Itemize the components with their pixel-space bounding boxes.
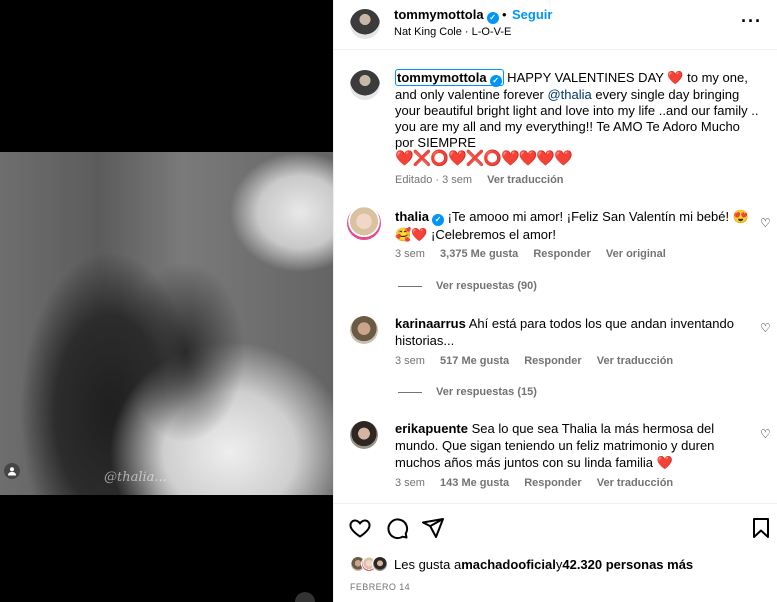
comment-time: 3 sem — [395, 248, 425, 260]
share-send-icon[interactable] — [421, 516, 445, 540]
comment-avatar[interactable] — [350, 316, 378, 344]
comment-body: erikapuente Sea lo que sea Thalia la más… — [395, 420, 755, 471]
likes-count[interactable]: 42.320 personas más — [562, 557, 693, 572]
post-panel: tommymottola ✓ • Seguir Nat King Cole · L… — [333, 0, 777, 602]
verified-badge-icon: ✓ — [489, 75, 502, 87]
liker-avatar — [372, 556, 388, 572]
post-media[interactable]: @thalia... — [0, 0, 333, 602]
see-translation-button[interactable]: Ver traducción — [597, 355, 673, 367]
like-heart-icon[interactable] — [348, 516, 372, 540]
view-replies-button[interactable]: Ver respuestas (90) — [398, 280, 537, 292]
header-username[interactable]: tommymottola ✓ — [394, 7, 499, 24]
comment-avatar[interactable] — [350, 421, 378, 449]
liker-avatars — [350, 556, 388, 572]
liker-username[interactable]: machadooficial — [461, 557, 556, 572]
verified-badge-icon: ✓ — [431, 214, 444, 226]
comment-time: 3 sem — [395, 355, 425, 367]
comment-body: thalia ✓ ¡Te amooo mi amor! ¡Feliz San Va… — [395, 208, 755, 243]
username-text[interactable]: tommymottola — [394, 7, 484, 22]
caption-edited-time: Editado · 3 sem — [395, 174, 473, 186]
comment-avatar[interactable] — [347, 206, 381, 240]
view-replies-button[interactable]: Ver respuestas (15) — [398, 386, 537, 398]
separator-dot: • — [502, 7, 507, 22]
comment-bubble-icon[interactable] — [385, 516, 409, 540]
caption-username[interactable]: tommymottola ✓ — [395, 69, 504, 87]
video-frame[interactable]: @thalia... — [0, 152, 333, 495]
comment-likes[interactable]: 517 Me gusta — [440, 355, 509, 367]
view-replies-label[interactable]: Ver respuestas (15) — [436, 386, 537, 398]
sound-toggle-icon[interactable] — [295, 592, 315, 602]
caption-avatar[interactable] — [350, 70, 380, 100]
comment-time: 3 sem — [395, 477, 425, 489]
see-translation-button[interactable]: Ver traducción — [487, 174, 563, 186]
caption: tommymottola ✓ HAPPY VALENTINES DAY ❤️ to… — [395, 69, 761, 167]
heart-like-icon[interactable]: ♡ — [760, 428, 772, 440]
bookmark-save-icon[interactable] — [749, 516, 773, 540]
audio-track[interactable]: Nat King Cole · L-O-V-E — [394, 26, 511, 38]
follow-button[interactable]: Seguir — [512, 7, 552, 22]
likes-summary[interactable]: Les gusta a machadooficial y 42.320 pers… — [350, 556, 693, 572]
comment-meta: 3 sem 143 Me gusta Responder Ver traducc… — [395, 477, 673, 489]
caption-meta: Editado · 3 sem Ver traducción — [395, 174, 564, 186]
comment-username[interactable]: thalia ✓ — [395, 209, 444, 226]
comment-likes[interactable]: 143 Me gusta — [440, 477, 509, 489]
mention-link[interactable]: @thalia — [547, 87, 591, 102]
post-actions: Les gusta a machadooficial y 42.320 pers… — [334, 503, 777, 602]
comment-meta: 3 sem 3,375 Me gusta Responder Ver origi… — [395, 248, 666, 260]
reply-button[interactable]: Responder — [524, 355, 581, 367]
see-translation-button[interactable]: Ver traducción — [597, 477, 673, 489]
likes-prefix: Les gusta a — [394, 556, 462, 572]
caption-text-part: HAPPY VALENTINES DAY — [503, 70, 668, 85]
see-original-button[interactable]: Ver original — [606, 248, 666, 260]
divider-line — [398, 285, 422, 287]
divider-line — [398, 391, 422, 393]
comment-text: ¡Te amooo mi amor! ¡Feliz San Valentín m… — [395, 209, 749, 242]
more-options-icon[interactable]: ··· — [741, 11, 762, 32]
post-header: tommymottola ✓ • Seguir Nat King Cole · L… — [334, 0, 777, 50]
heart-like-icon[interactable]: ♡ — [760, 217, 772, 229]
comment-likes[interactable]: 3,375 Me gusta — [440, 248, 518, 260]
heart-like-icon[interactable]: ♡ — [760, 322, 772, 334]
tagged-user-icon[interactable] — [4, 463, 20, 479]
comments-section[interactable]: tommymottola ✓ HAPPY VALENTINES DAY ❤️ to… — [334, 51, 777, 503]
comment-meta: 3 sem 517 Me gusta Responder Ver traducc… — [395, 355, 673, 367]
emoji-line: ❤️❌⭕❤️❌⭕❤️❤️❤️❤️ — [395, 150, 573, 167]
avatar[interactable] — [350, 9, 380, 39]
post-date: FEBRERO 14 — [350, 582, 411, 592]
comment-body: karinaarrus Ahí está para todos los que … — [395, 315, 755, 349]
comment-username[interactable]: karinaarrus — [395, 316, 466, 331]
view-replies-label[interactable]: Ver respuestas (90) — [436, 280, 537, 292]
video-watermark: @thalia... — [104, 470, 167, 485]
verified-badge-icon: ✓ — [486, 12, 499, 24]
heart-emoji: ❤️ — [667, 70, 684, 85]
reply-button[interactable]: Responder — [533, 248, 590, 260]
comment-username[interactable]: erikapuente — [395, 421, 468, 436]
reply-button[interactable]: Responder — [524, 477, 581, 489]
